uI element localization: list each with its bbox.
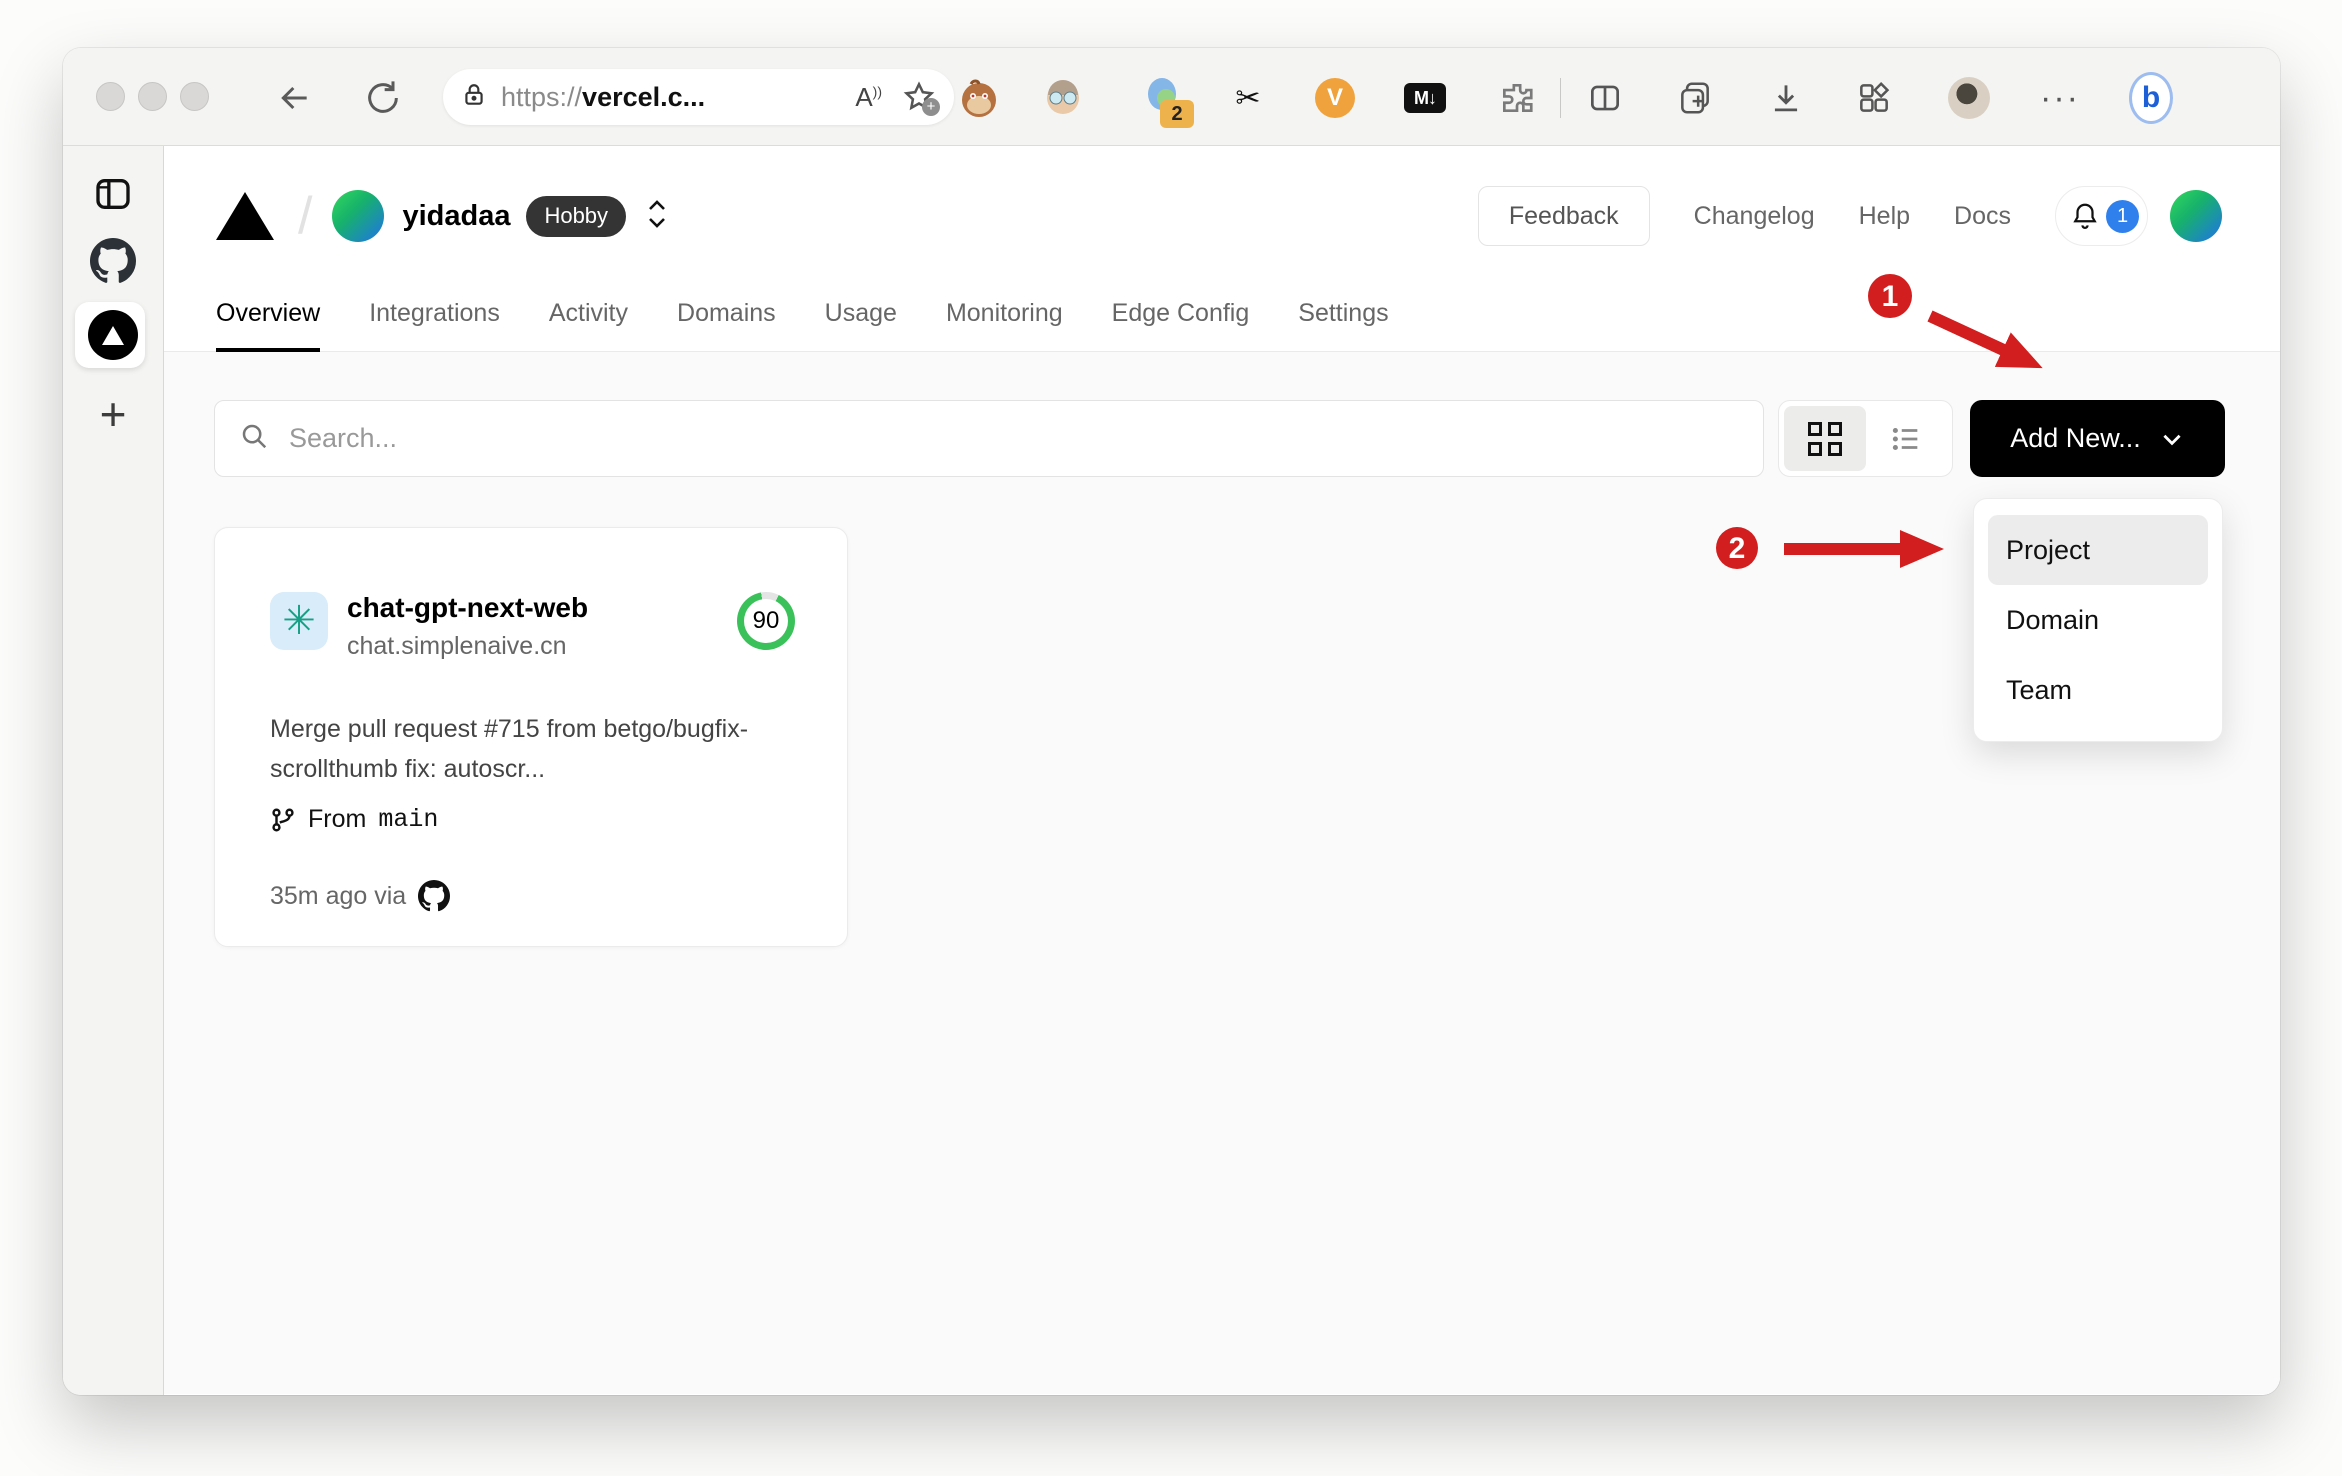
search-input[interactable]	[287, 422, 1739, 455]
extension-badge-count: 2	[1160, 100, 1194, 128]
close-window-button[interactable]	[96, 82, 125, 111]
vimium-extension-icon[interactable]: V	[1313, 76, 1357, 120]
user-avatar[interactable]	[2170, 190, 2222, 242]
persona-extension-icon[interactable]	[1041, 76, 1085, 120]
team-name[interactable]: yidadaa	[402, 200, 510, 233]
refresh-button[interactable]	[363, 78, 403, 118]
chevron-down-icon	[2163, 434, 2181, 445]
toolbar-divider	[1560, 78, 1561, 118]
project-name[interactable]: chat-gpt-next-web	[347, 592, 588, 624]
tab-overview[interactable]: Overview	[216, 299, 321, 352]
tab-settings[interactable]: Settings	[1298, 299, 1388, 352]
vercel-dashboard-body: Add New... ✳ chat-gpt-next-web chat.simp…	[164, 352, 2280, 1394]
tab-activity[interactable]: Activity	[549, 299, 628, 352]
scissors-extension-icon[interactable]: ✂	[1226, 76, 1270, 120]
minimize-window-button[interactable]	[138, 82, 167, 111]
changelog-link[interactable]: Changelog	[1694, 202, 1815, 231]
help-link[interactable]: Help	[1859, 202, 1910, 231]
extensions-puzzle-icon[interactable]	[1495, 76, 1539, 120]
notification-count-badge: 1	[2106, 199, 2139, 233]
lighthouse-score-value: 90	[744, 599, 788, 643]
new-tab-button[interactable]: +	[63, 391, 163, 437]
reader-mode-icon[interactable]: A))	[855, 82, 882, 113]
favorite-star-icon[interactable]: +	[902, 80, 940, 116]
feedback-button[interactable]: Feedback	[1477, 186, 1650, 246]
tab-usage[interactable]: Usage	[825, 299, 897, 352]
vercel-tab-icon[interactable]	[63, 310, 163, 360]
bell-icon	[2073, 203, 2097, 229]
more-menu-icon[interactable]: ···	[2038, 76, 2082, 120]
list-view-icon	[1893, 427, 1918, 450]
project-card[interactable]: ✳ chat-gpt-next-web chat.simplenaive.cn …	[214, 527, 848, 947]
github-tab-icon[interactable]	[63, 238, 163, 284]
downloads-icon[interactable]	[1764, 76, 1808, 120]
notifications-button[interactable]: 1	[2055, 186, 2148, 246]
breadcrumb-separator: /	[298, 187, 313, 245]
browser-window: https://vercel.c... A)) + 2 ✂ V M↓ ··· b…	[63, 48, 2280, 1395]
add-new-dropdown: Project Domain Team	[1973, 498, 2223, 742]
vercel-tabbar: Overview Integrations Activity Domains U…	[164, 276, 2280, 352]
screenshot-stage: https://vercel.c... A)) + 2 ✂ V M↓ ··· b…	[0, 0, 2342, 1476]
grid-view-icon	[1807, 421, 1842, 456]
menu-item-domain[interactable]: Domain	[1988, 585, 2208, 655]
bing-chat-icon[interactable]: b	[2129, 72, 2173, 124]
browser-toolbar: https://vercel.c... A)) + 2 ✂ V M↓ ··· b	[63, 48, 2280, 146]
lighthouse-score-ring: 90	[737, 592, 795, 650]
url-text: https://vercel.c...	[501, 81, 706, 112]
lock-icon	[461, 82, 487, 113]
browser-profile-avatar[interactable]	[1947, 76, 1991, 120]
browser-sidebar: +	[63, 146, 164, 1395]
vercel-header: / yidadaa Hobby Feedback Changelog Help …	[164, 146, 2280, 352]
profile-switcher-extension-icon[interactable]: 2	[1142, 76, 1194, 128]
menu-item-project[interactable]: Project	[1988, 515, 2208, 585]
branch-name[interactable]: main	[378, 805, 438, 834]
vercel-logo[interactable]	[216, 192, 274, 240]
latest-commit-message[interactable]: Merge pull request #715 from betgo/bugfi…	[270, 709, 815, 789]
tab-integrations[interactable]: Integrations	[369, 299, 500, 352]
apps-icon[interactable]	[1852, 76, 1896, 120]
branch-prefix: From	[308, 805, 367, 833]
github-icon	[418, 880, 451, 912]
tab-monitoring[interactable]: Monitoring	[946, 299, 1063, 352]
plan-badge: Hobby	[526, 195, 627, 237]
deploy-time-text: 35m ago via	[270, 881, 407, 910]
team-switcher-icon[interactable]	[644, 197, 670, 236]
menu-item-team[interactable]: Team	[1988, 655, 2208, 725]
address-bar[interactable]: https://vercel.c... A)) +	[443, 69, 954, 125]
zoom-window-button[interactable]	[180, 82, 209, 111]
collections-icon[interactable]	[1673, 76, 1717, 120]
tab-edge-config[interactable]: Edge Config	[1112, 299, 1250, 352]
tab-domains[interactable]: Domains	[677, 299, 776, 352]
grid-view-button[interactable]	[1784, 406, 1866, 471]
back-button[interactable]	[275, 78, 315, 118]
tampermonkey-extension-icon[interactable]	[957, 76, 1001, 120]
docs-link[interactable]: Docs	[1954, 202, 2011, 231]
markdown-download-extension-icon[interactable]: M↓	[1403, 76, 1447, 120]
sidebar-panel-toggle-icon[interactable]	[63, 174, 163, 214]
openai-project-icon: ✳	[270, 592, 328, 650]
add-new-button[interactable]: Add New...	[1970, 400, 2225, 477]
page-content: / yidadaa Hobby Feedback Changelog Help …	[164, 146, 2280, 1395]
add-favorite-plus-icon: +	[922, 98, 940, 116]
search-box	[214, 400, 1764, 477]
search-icon	[239, 421, 269, 456]
git-branch-icon	[272, 808, 294, 831]
team-avatar[interactable]	[332, 190, 385, 242]
list-view-button[interactable]	[1866, 406, 1948, 471]
project-domain[interactable]: chat.simplenaive.cn	[347, 632, 588, 661]
split-screen-icon[interactable]	[1583, 76, 1627, 120]
view-toggle	[1778, 400, 1953, 477]
